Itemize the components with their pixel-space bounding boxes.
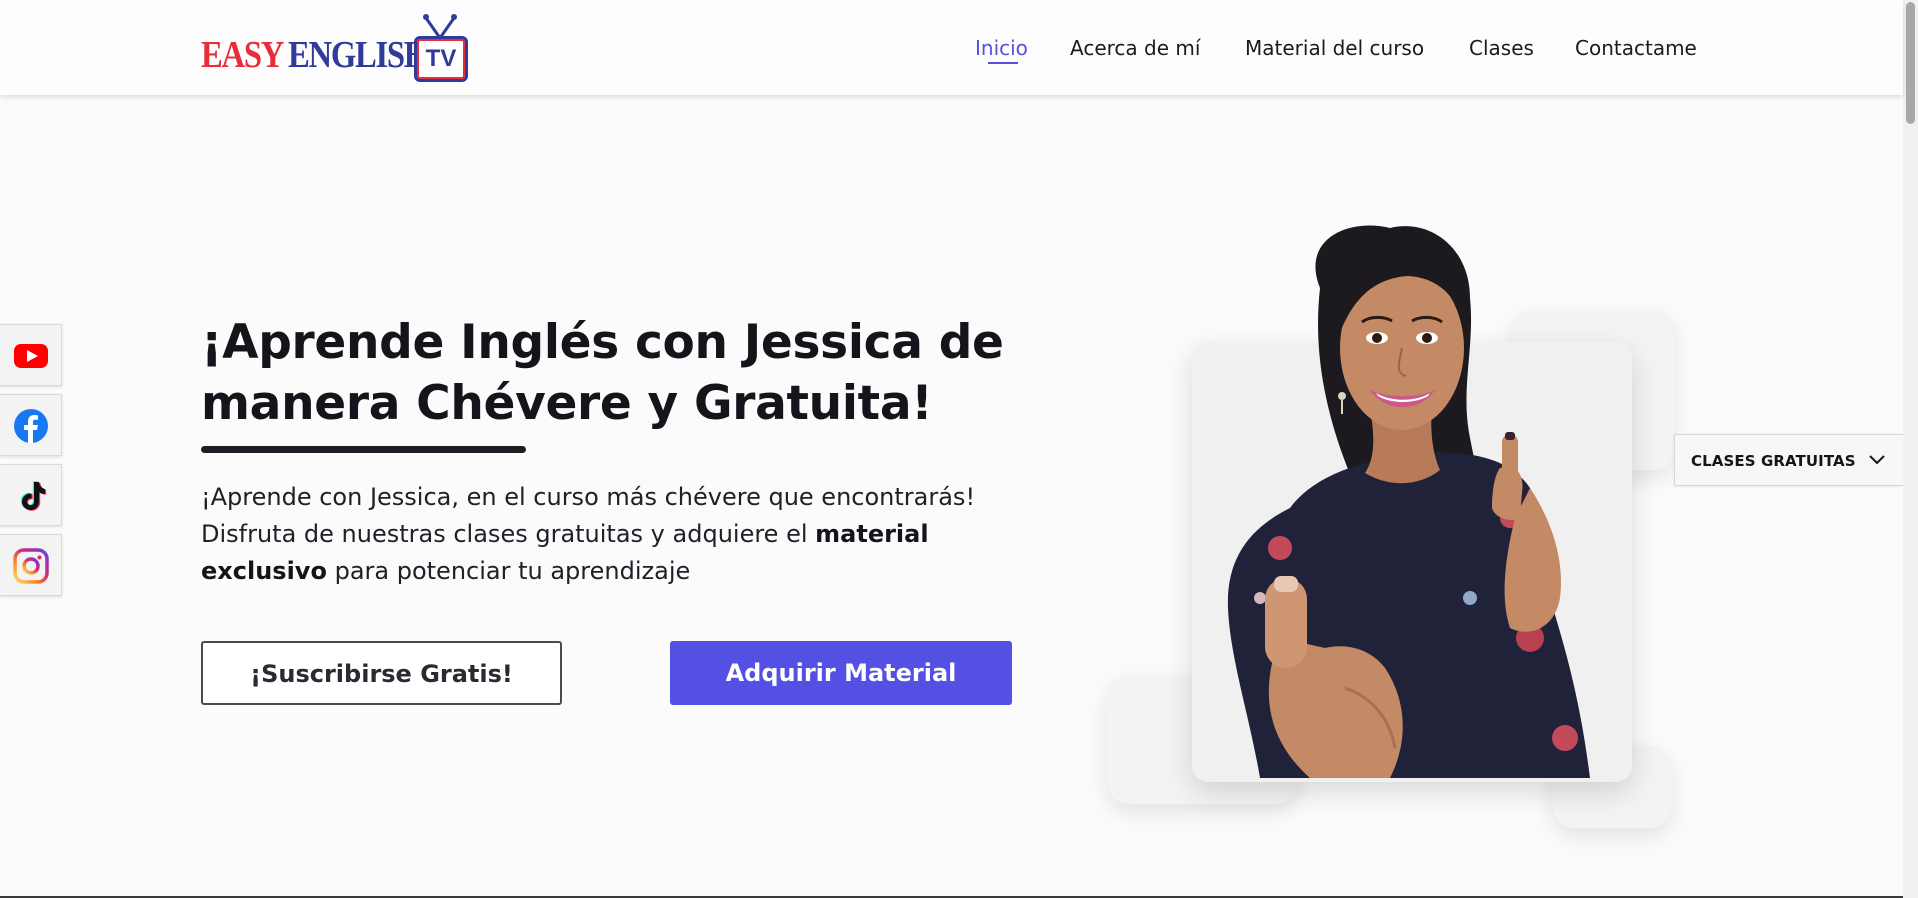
facebook-icon [14, 409, 48, 443]
clases-gratuitas-dropdown[interactable]: CLASES GRATUITAS [1674, 434, 1903, 486]
active-nav-indicator [988, 62, 1018, 64]
social-link-tiktok[interactable] [0, 464, 62, 526]
nav-item-contactame[interactable]: Contactame [1575, 36, 1697, 60]
title-underline [201, 446, 526, 453]
tiktok-icon [20, 481, 47, 511]
logo-text-english: ENGLISH [288, 34, 429, 76]
nav-item-acerca[interactable]: Acerca de mí [1070, 36, 1200, 60]
logo-text-easy: EASY [201, 34, 284, 76]
nav-item-clases[interactable]: Clases [1469, 36, 1534, 60]
site-logo[interactable]: EASY ENGLISH TV [201, 10, 471, 82]
social-link-facebook[interactable] [0, 394, 62, 456]
instagram-icon [13, 548, 49, 584]
scrollbar-thumb[interactable] [1906, 2, 1915, 124]
hero-photo-teacher [1227, 225, 1590, 778]
logo-text-tv: TV [425, 45, 457, 72]
chevron-down-icon [1869, 455, 1885, 465]
site-header: EASY ENGLISH TV Inicio Acerca de mí Mate… [0, 0, 1903, 95]
subscribe-button[interactable]: ¡Suscribirse Gratis! [201, 641, 562, 705]
scrollbar-track[interactable] [1903, 0, 1918, 898]
nav-item-inicio[interactable]: Inicio [975, 36, 1028, 60]
dropdown-label: CLASES GRATUITAS [1691, 452, 1856, 470]
hero-subtitle-text-2: para potenciar tu aprendizaje [326, 557, 691, 585]
youtube-icon [14, 344, 48, 368]
buy-material-button[interactable]: Adquirir Material [670, 641, 1012, 705]
logo-tv-box: TV [414, 36, 468, 82]
hero-subtitle: ¡Aprende con Jessica, en el curso más ch… [201, 479, 1021, 590]
social-link-instagram[interactable] [0, 534, 62, 596]
hero-title: ¡Aprende Inglés con Jessica de manera Ch… [201, 315, 1004, 431]
nav-item-material[interactable]: Material del curso [1245, 36, 1424, 60]
social-link-youtube[interactable] [0, 324, 62, 386]
